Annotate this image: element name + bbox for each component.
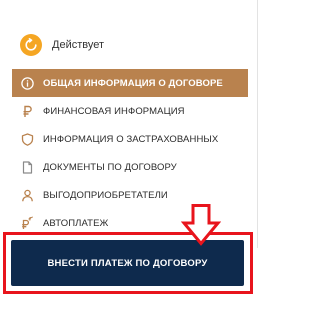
menu-item-financial-info[interactable]: ФИНАНСОВАЯ ИНФОРМАЦИЯ [12, 97, 248, 125]
contract-status: Действует [20, 33, 104, 57]
person-icon [20, 188, 34, 202]
menu-item-label: ОБЩАЯ ИНФОРМАЦИЯ О ДОГОВОРЕ [43, 77, 223, 89]
info-icon [20, 76, 34, 90]
menu-item-insured-info[interactable]: ИНФОРМАЦИЯ О ЗАСТРАХОВАННЫХ [12, 125, 248, 153]
divider [257, 0, 258, 248]
contract-sidebar: Действует ОБЩАЯ ИНФОРМАЦИЯ О ДОГОВОРЕ ФИ… [0, 0, 259, 312]
menu-item-documents[interactable]: ДОКУМЕНТЫ ПО ДОГОВОРУ [12, 153, 248, 181]
status-label: Действует [52, 39, 105, 51]
menu-item-label: ДОКУМЕНТЫ ПО ДОГОВОРУ [43, 161, 177, 173]
shield-icon [20, 132, 34, 146]
menu-item-label: ИНФОРМАЦИЯ О ЗАСТРАХОВАННЫХ [43, 133, 219, 145]
make-payment-button[interactable]: ВНЕСТИ ПЛАТЕЖ ПО ДОГОВОРУ [11, 240, 244, 286]
menu-item-label: ВЫГОДОПРИОБРЕТАТЕЛИ [43, 189, 168, 201]
menu-item-general-info[interactable]: ОБЩАЯ ИНФОРМАЦИЯ О ДОГОВОРЕ [12, 69, 248, 97]
document-icon [20, 160, 34, 174]
ruble-icon [20, 104, 34, 118]
menu-item-label: ФИНАНСОВАЯ ИНФОРМАЦИЯ [43, 105, 185, 117]
ruble-autopay-icon [20, 216, 34, 230]
menu-item-label: АВТОПЛАТЕЖ [43, 217, 109, 229]
refresh-icon [20, 34, 42, 56]
arrow-down-icon [180, 204, 222, 246]
